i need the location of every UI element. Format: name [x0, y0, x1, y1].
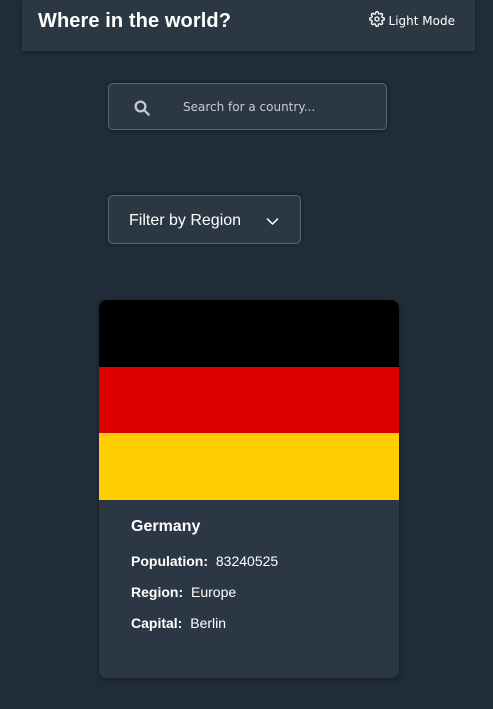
capital-value: Berlin	[190, 615, 227, 631]
flag-stripe-top	[99, 300, 399, 367]
region-filter-dropdown[interactable]: Filter by Region	[108, 195, 301, 244]
capital-label: Capital:	[131, 615, 183, 631]
capital-row: Capital: Berlin	[131, 615, 226, 631]
country-flag	[99, 300, 399, 500]
population-value: 83240525	[215, 553, 279, 569]
gear-icon	[368, 11, 385, 30]
search-box	[108, 83, 387, 130]
country-name: Germany	[131, 518, 201, 535]
theme-toggle-button[interactable]: Light Mode	[368, 11, 455, 30]
flag-stripe-bottom	[99, 433, 399, 500]
population-label: Population:	[131, 553, 208, 569]
flag-stripe-middle	[99, 366, 399, 434]
search-input[interactable]	[183, 96, 373, 118]
chevron-down-icon	[265, 214, 280, 229]
search-icon	[133, 99, 151, 117]
theme-toggle-label: Light Mode	[388, 13, 455, 28]
region-label: Region:	[131, 584, 184, 600]
site-header: Where in the world? Light Mode	[22, 0, 475, 51]
region-filter-label: Filter by Region	[129, 212, 242, 229]
country-card[interactable]: Germany Population: 83240525 Region: Eur…	[99, 300, 399, 678]
app-title: Where in the world?	[38, 10, 232, 32]
population-row: Population: 83240525	[131, 553, 278, 569]
region-value: Europe	[191, 584, 237, 600]
region-row: Region: Europe	[131, 584, 236, 600]
